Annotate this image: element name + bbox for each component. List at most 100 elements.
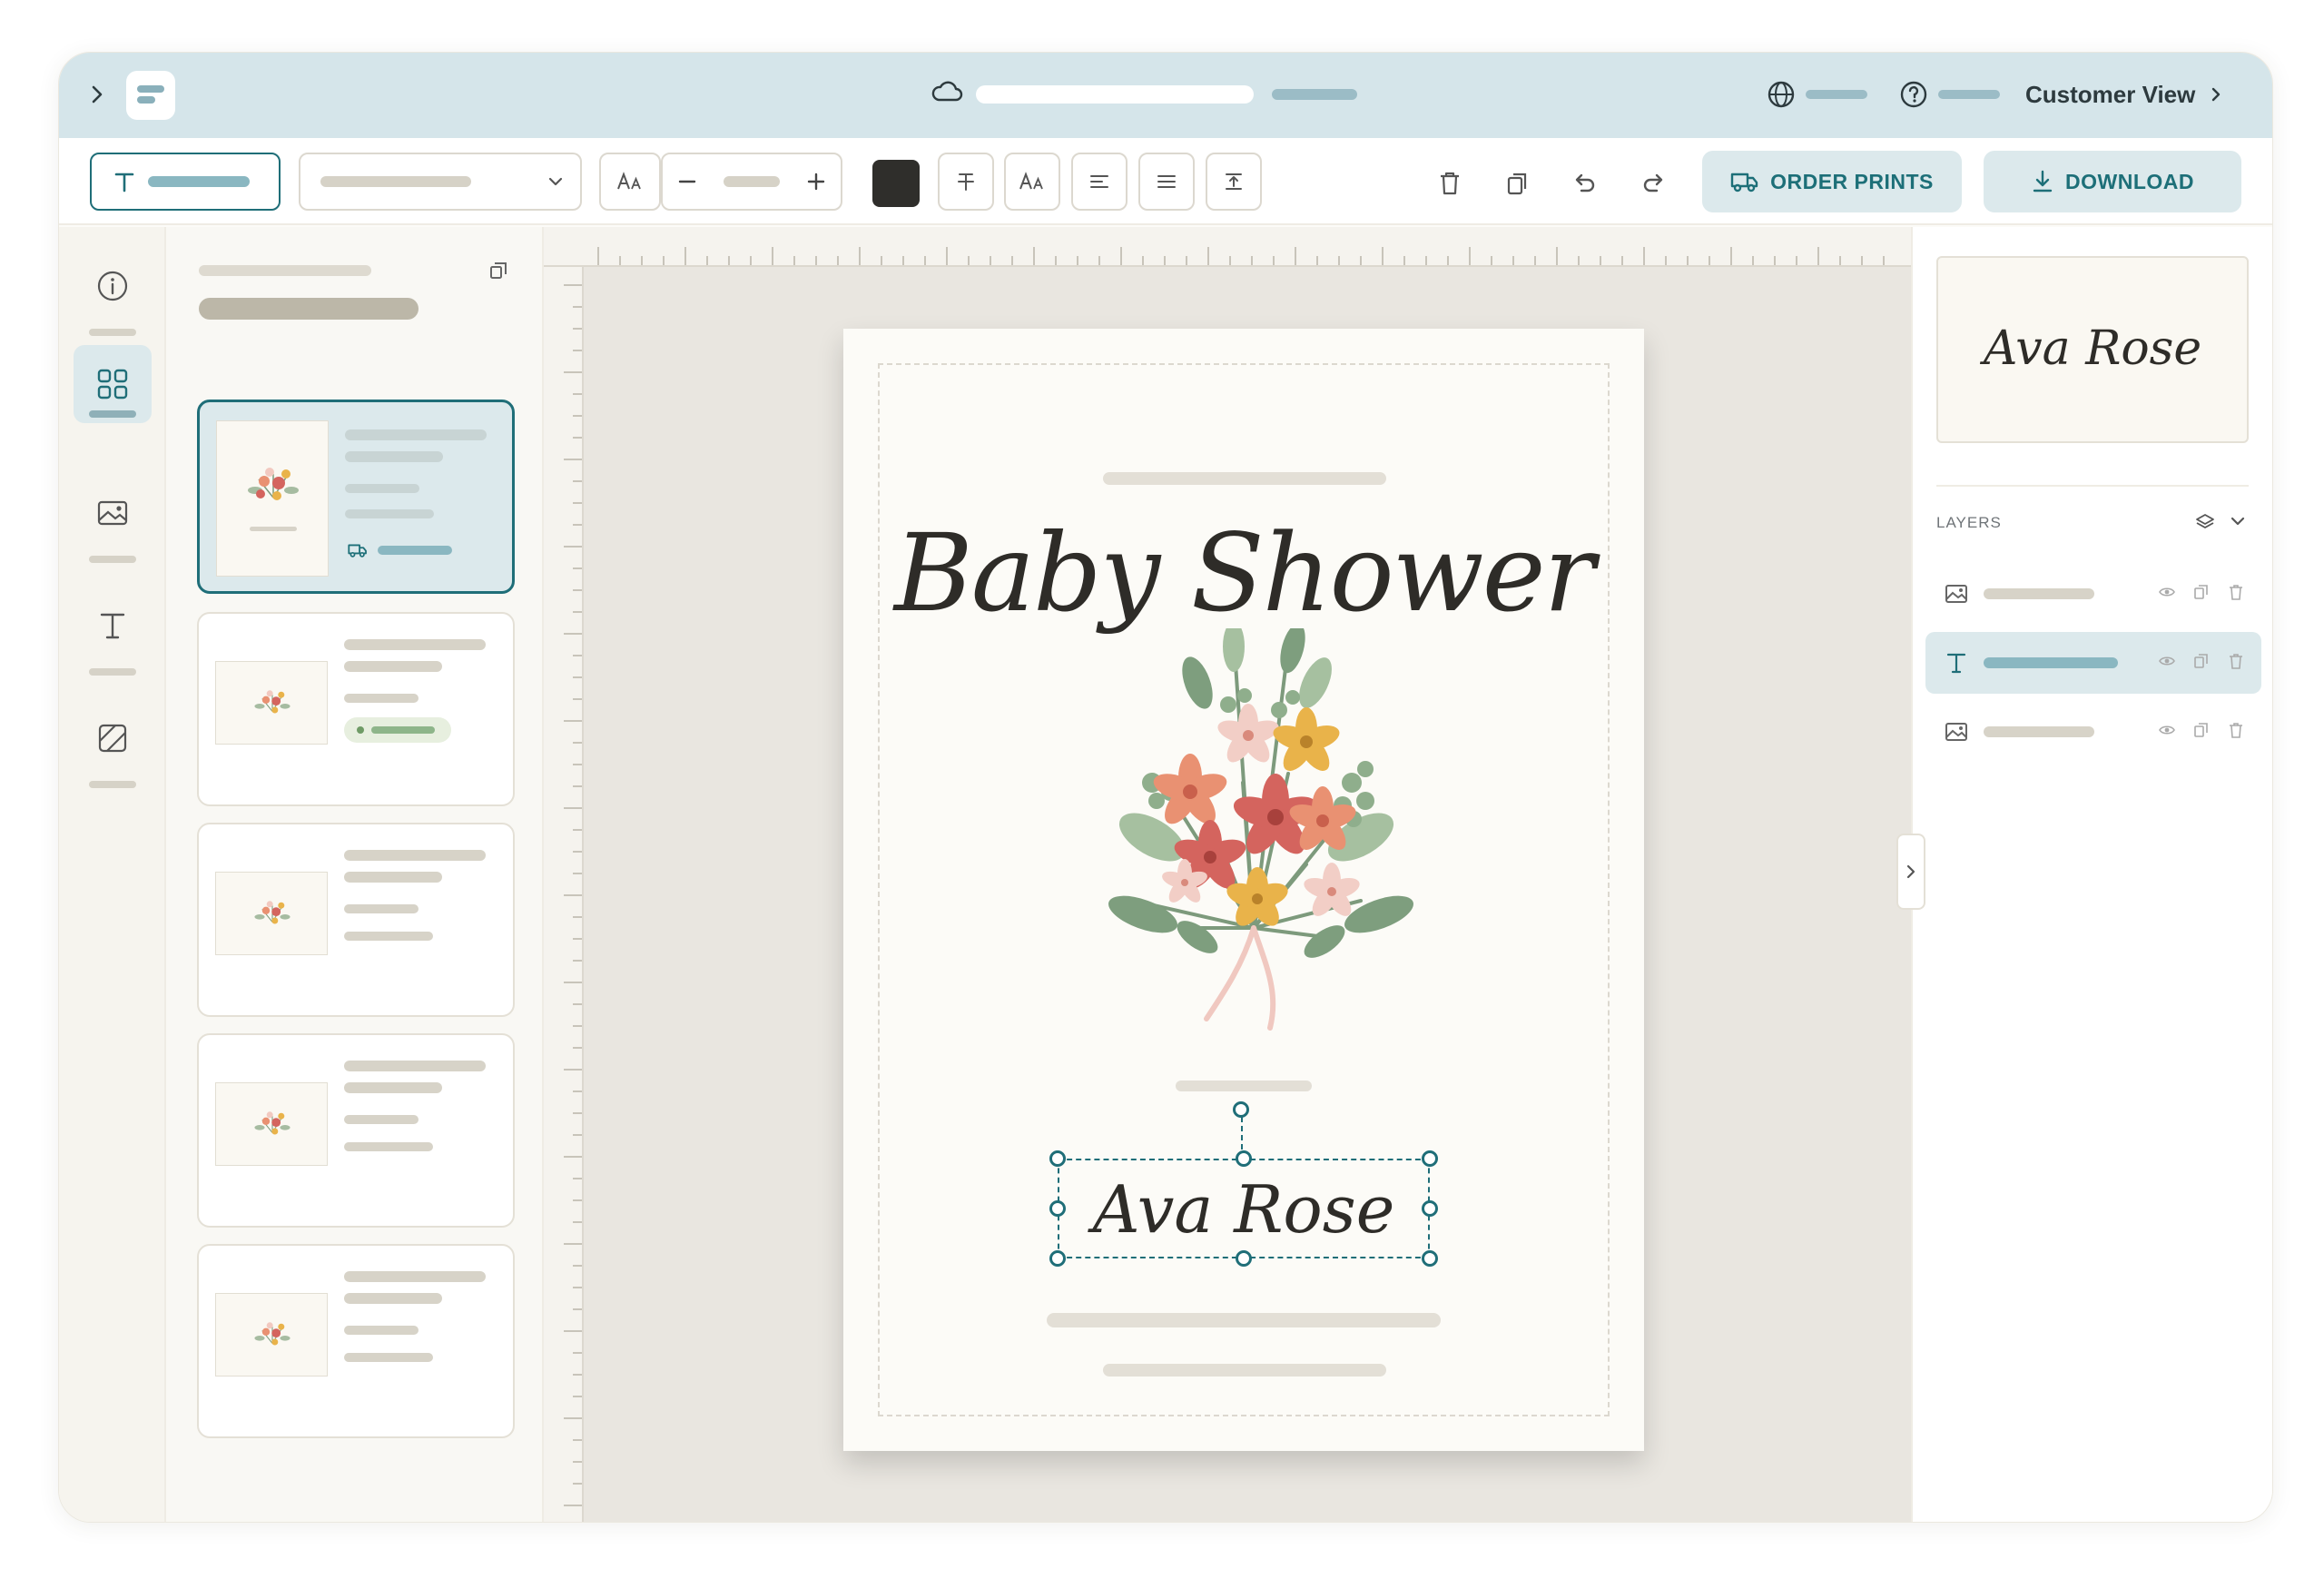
help-icon xyxy=(1900,81,1927,108)
copy-icon[interactable] xyxy=(2192,721,2211,739)
redo-icon xyxy=(1643,173,1663,192)
resize-handle[interactable] xyxy=(1049,1250,1066,1267)
template-card[interactable] xyxy=(197,612,515,806)
text-color-swatch[interactable] xyxy=(872,160,920,207)
download-label: DOWNLOAD xyxy=(2065,169,2194,193)
font-size-value[interactable] xyxy=(724,176,780,187)
panel-heading-small xyxy=(199,265,371,276)
resize-handle[interactable] xyxy=(1236,1250,1252,1267)
undo-icon xyxy=(1575,173,1595,192)
truck-icon xyxy=(1730,173,1758,192)
document-title-field[interactable] xyxy=(976,85,1254,104)
font-size-toggle-button[interactable] xyxy=(599,153,661,211)
order-prints-label: ORDER PRINTS xyxy=(1770,169,1934,193)
font-family-select[interactable] xyxy=(299,153,582,211)
redo-button[interactable] xyxy=(1632,162,1676,205)
footer-placeholder[interactable] xyxy=(1103,1364,1386,1377)
design-canvas-area[interactable]: Baby Shower Ava Rose xyxy=(544,227,1911,1522)
trash-icon[interactable] xyxy=(2227,652,2245,670)
template-card[interactable] xyxy=(197,823,515,1017)
download-icon xyxy=(2033,170,2053,192)
template-thumbnail xyxy=(215,661,328,745)
strikethrough-icon xyxy=(958,173,974,191)
panel-heading xyxy=(199,298,419,320)
app-logo[interactable] xyxy=(126,71,175,120)
subtitle-placeholder[interactable] xyxy=(1103,472,1386,485)
horizontal-ruler xyxy=(544,227,1911,267)
trash-icon xyxy=(1441,172,1459,195)
resize-handle[interactable] xyxy=(1236,1150,1252,1167)
chevron-down-icon[interactable] xyxy=(2229,510,2247,532)
align-center-button[interactable] xyxy=(1138,153,1195,211)
letter-case-button[interactable] xyxy=(1004,153,1060,211)
eye-icon[interactable] xyxy=(2158,721,2176,739)
layer-row-image[interactable] xyxy=(1925,701,2261,763)
vertical-align-button[interactable] xyxy=(1206,153,1262,211)
plus-icon[interactable] xyxy=(806,172,826,192)
globe-icon xyxy=(1768,81,1795,108)
template-thumbnail xyxy=(215,1293,328,1377)
duplicate-button[interactable] xyxy=(1495,162,1539,205)
trash-icon[interactable] xyxy=(2227,721,2245,739)
strikethrough-button[interactable] xyxy=(938,153,994,211)
chevron-down-icon xyxy=(548,177,563,186)
layer-row-image[interactable] xyxy=(1925,563,2261,625)
rotate-handle[interactable] xyxy=(1233,1101,1249,1118)
align-left-icon xyxy=(1090,175,1108,188)
resize-handle[interactable] xyxy=(1422,1250,1438,1267)
resize-handle[interactable] xyxy=(1049,1150,1066,1167)
template-card[interactable] xyxy=(197,400,515,594)
selected-text-box[interactable]: Ava Rose xyxy=(1058,1159,1430,1258)
delete-button[interactable] xyxy=(1428,162,1472,205)
template-card[interactable] xyxy=(197,1033,515,1228)
eye-icon[interactable] xyxy=(2158,583,2176,601)
expand-sidebar-button[interactable] xyxy=(81,78,113,111)
layers-icon[interactable] xyxy=(2194,510,2216,532)
template-thumbnail xyxy=(215,1082,328,1166)
image-icon xyxy=(97,500,128,526)
chevron-right-icon xyxy=(92,85,103,104)
truck-icon xyxy=(348,544,367,558)
layer-row-text[interactable] xyxy=(1925,632,2261,694)
trash-icon[interactable] xyxy=(2227,583,2245,601)
vertical-align-icon xyxy=(1226,173,1242,190)
resize-handle[interactable] xyxy=(1049,1200,1066,1217)
rail-item-images[interactable] xyxy=(74,474,152,563)
properties-panel: Ava Rose LAYERS xyxy=(1896,227,2272,1522)
floral-bouquet-illustration[interactable] xyxy=(1016,628,1479,1091)
copy-icon[interactable] xyxy=(2192,652,2211,670)
undo-button[interactable] xyxy=(1562,162,1606,205)
help-menu[interactable] xyxy=(1898,74,2000,114)
rail-item-background[interactable] xyxy=(74,699,152,788)
name-text[interactable]: Ava Rose xyxy=(1059,1171,1428,1248)
divider-placeholder[interactable] xyxy=(1176,1081,1312,1091)
letter-case-icon xyxy=(1019,172,1043,190)
text-icon xyxy=(100,613,125,639)
copy-icon[interactable] xyxy=(2192,583,2211,601)
editor-window: Customer View ORDER PRINTS DOWNLOAD Baby… xyxy=(58,52,2273,1523)
resize-handle[interactable] xyxy=(1422,1200,1438,1217)
minus-icon[interactable] xyxy=(677,172,697,192)
template-thumbnail xyxy=(216,420,329,577)
vertical-ruler xyxy=(544,267,584,1522)
copy-icon[interactable] xyxy=(487,260,509,281)
details-placeholder[interactable] xyxy=(1047,1313,1441,1327)
download-button[interactable]: DOWNLOAD xyxy=(1984,151,2241,212)
font-size-stepper[interactable] xyxy=(661,153,842,211)
invitation-page[interactable]: Baby Shower Ava Rose xyxy=(843,329,1644,1451)
formatting-toolbar: ORDER PRINTS DOWNLOAD xyxy=(59,138,2272,225)
resize-handle[interactable] xyxy=(1422,1150,1438,1167)
rail-item-templates[interactable] xyxy=(74,345,152,423)
order-prints-button[interactable]: ORDER PRINTS xyxy=(1702,151,1962,212)
headline-text[interactable]: Baby Shower xyxy=(843,510,1644,636)
align-center-icon xyxy=(1157,175,1176,188)
rail-item-text[interactable] xyxy=(74,587,152,676)
language-selector[interactable] xyxy=(1766,74,1867,114)
customer-view-button[interactable]: Customer View xyxy=(2025,74,2224,114)
collapse-panel-button[interactable] xyxy=(1896,834,1925,910)
add-text-button[interactable] xyxy=(90,153,281,211)
eye-icon[interactable] xyxy=(2158,652,2176,670)
align-left-button[interactable] xyxy=(1071,153,1128,211)
template-card[interactable] xyxy=(197,1244,515,1438)
rail-item-info[interactable] xyxy=(74,247,152,336)
